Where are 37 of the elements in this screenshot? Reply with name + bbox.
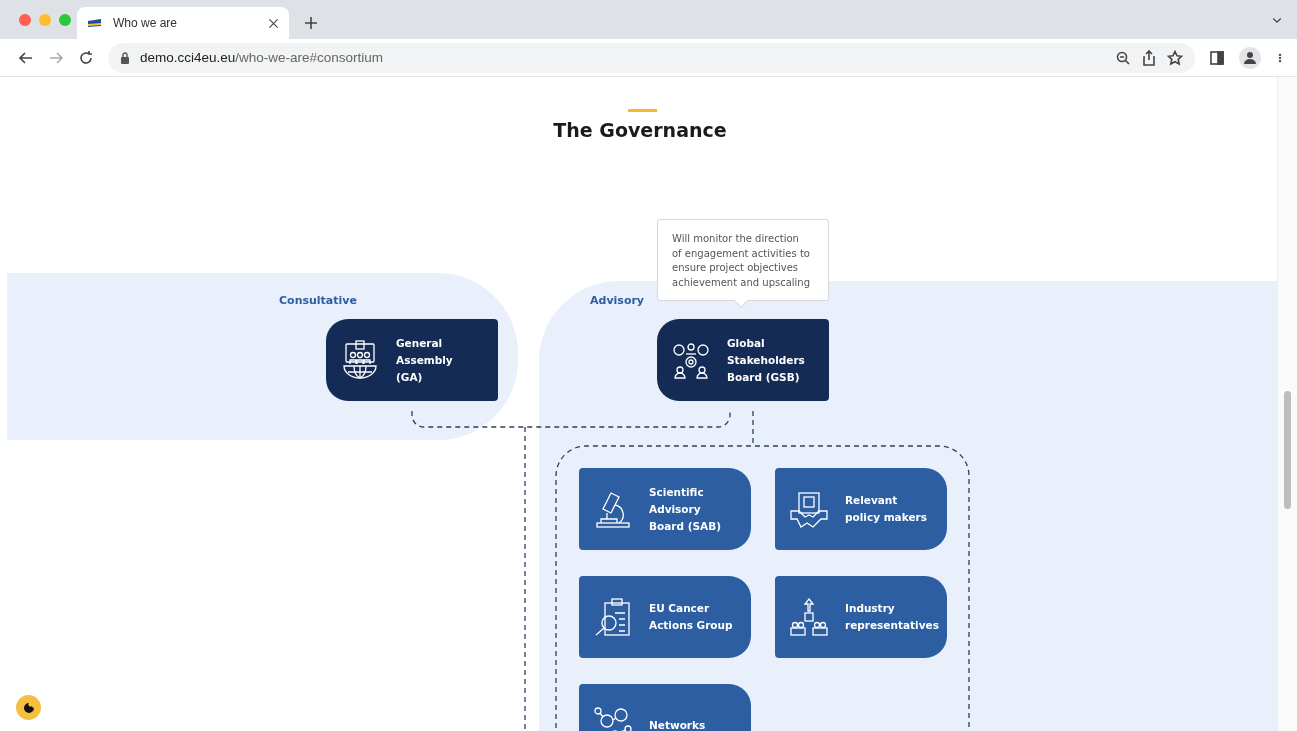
person-icon xyxy=(1243,50,1257,65)
member-card[interactable]: EU Cancer Actions Group xyxy=(579,576,751,658)
scrollbar[interactable] xyxy=(1277,77,1297,731)
stakeholders-icon xyxy=(671,340,711,380)
lock-icon xyxy=(120,51,130,64)
flag-icon xyxy=(87,18,103,28)
new-tab-icon[interactable] xyxy=(303,15,319,31)
member-card[interactable]: Relevant policy makers xyxy=(775,468,947,550)
cookie-button[interactable] xyxy=(16,695,41,720)
industry-icon xyxy=(789,597,829,637)
group-label: Advisory xyxy=(590,294,645,307)
minimize-window-dot[interactable] xyxy=(39,14,51,26)
back-icon[interactable] xyxy=(18,49,34,66)
profile-avatar[interactable] xyxy=(1239,46,1261,69)
section-heading: The Governance xyxy=(552,119,728,141)
share-icon[interactable] xyxy=(1141,49,1157,66)
group-label: Consultative xyxy=(279,294,357,307)
board-card[interactable]: Global Stakeholders Board (GSB) xyxy=(657,319,829,401)
member-card[interactable]: Networks xyxy=(579,684,751,731)
zoom-out-icon[interactable] xyxy=(1115,49,1131,66)
star-icon[interactable] xyxy=(1167,49,1183,66)
board-card[interactable]: General Assembly (GA) xyxy=(326,319,498,401)
member-card[interactable]: Scientific Advisory Board (SAB) xyxy=(579,468,751,550)
close-window-dot[interactable] xyxy=(19,14,31,26)
clipboard-icon xyxy=(593,597,633,637)
tooltip: Will monitor the direction of engagement activities to ensure project objectives achievement and upscaling xyxy=(657,219,829,301)
cookie-icon xyxy=(22,701,35,714)
handshake-icon xyxy=(789,489,829,529)
accent-rule xyxy=(628,109,657,112)
close-icon[interactable] xyxy=(268,17,279,29)
side-panel-icon[interactable] xyxy=(1209,49,1225,66)
reload-icon[interactable] xyxy=(78,49,94,66)
assembly-icon xyxy=(340,340,380,380)
browser-tab[interactable]: Who we are xyxy=(77,7,289,39)
member-card[interactable]: Industry representatives xyxy=(775,576,947,658)
maximize-window-dot[interactable] xyxy=(59,14,71,26)
address-bar[interactable]: demo.cci4eu.eu/who-we-are#consortium xyxy=(108,42,1195,73)
